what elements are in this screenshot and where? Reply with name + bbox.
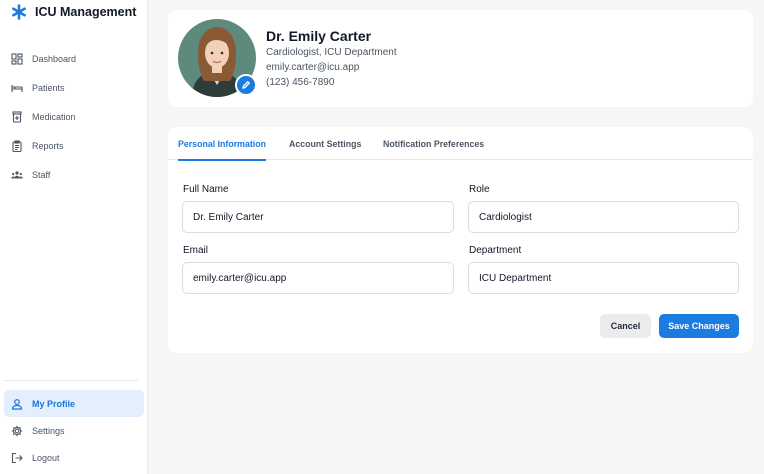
app-name: ICU Management: [35, 5, 137, 19]
profile-title: Cardiologist, ICU Department: [266, 47, 397, 58]
bed-icon: [11, 84, 23, 92]
sidebar-item-dashboard[interactable]: Dashboard: [0, 44, 148, 73]
asterisk-icon: [12, 4, 26, 20]
user-icon: [11, 398, 23, 410]
email-label: Email: [183, 245, 209, 256]
sidebar-bottom-nav: My Profile Settings Logout: [0, 390, 148, 471]
sidebar-item-medication[interactable]: Medication: [0, 102, 148, 131]
profile-email: emily.carter@icu.app: [266, 62, 360, 73]
department-label: Department: [469, 245, 522, 256]
staff-icon: [11, 170, 23, 178]
sidebar-item-label: Settings: [32, 425, 65, 436]
sidebar-item-staff[interactable]: Staff: [0, 160, 148, 189]
role-field[interactable]: [468, 201, 739, 233]
logout-icon: [11, 452, 23, 463]
department-field[interactable]: [468, 262, 739, 294]
full-name-field[interactable]: [182, 201, 454, 233]
pencil-icon: [242, 80, 251, 89]
profile-form-card: Personal Information Account Settings No…: [168, 127, 753, 353]
profile-name: Dr. Emily Carter: [266, 28, 372, 44]
sidebar-item-patients[interactable]: Patients: [0, 73, 148, 102]
sidebar-item-my-profile[interactable]: My Profile: [4, 390, 144, 417]
tab-account-settings[interactable]: Account Settings: [289, 127, 361, 160]
sidebar: ICU Management Dashboard Patients Medica…: [0, 0, 148, 474]
sidebar-nav: Dashboard Patients Medication Reports St…: [0, 44, 148, 189]
tab-notification-preferences[interactable]: Notification Preferences: [383, 127, 484, 160]
role-label: Role: [469, 184, 490, 195]
sidebar-item-label: My Profile: [32, 398, 76, 409]
sidebar-item-logout[interactable]: Logout: [4, 444, 144, 471]
edit-avatar-button[interactable]: [235, 74, 257, 96]
save-changes-button[interactable]: Save Changes: [659, 314, 739, 338]
gear-icon: [11, 425, 23, 436]
medication-icon: [12, 110, 22, 123]
sidebar-item-label: Patients: [32, 82, 65, 93]
tab-bar: Personal Information Account Settings No…: [168, 127, 753, 161]
sidebar-divider: [4, 380, 138, 381]
tab-personal-information[interactable]: Personal Information: [178, 127, 266, 161]
sidebar-item-label: Dashboard: [32, 53, 77, 64]
sidebar-item-label: Medication: [32, 111, 76, 122]
email-field[interactable]: [182, 262, 454, 294]
dashboard-icon: [11, 52, 23, 65]
cancel-button[interactable]: Cancel: [600, 314, 651, 338]
sidebar-item-reports[interactable]: Reports: [0, 131, 148, 160]
profile-card: Dr. Emily Carter Cardiologist, ICU Depar…: [168, 10, 753, 107]
avatar-container: [178, 19, 257, 97]
profile-phone: (123) 456-7890: [266, 77, 335, 88]
full-name-label: Full Name: [183, 184, 229, 195]
sidebar-item-label: Logout: [32, 452, 60, 463]
sidebar-item-label: Reports: [32, 140, 64, 151]
brand[interactable]: ICU Management: [11, 4, 136, 20]
sidebar-item-settings[interactable]: Settings: [4, 417, 144, 444]
clipboard-icon: [12, 139, 22, 152]
sidebar-item-label: Staff: [32, 169, 51, 180]
